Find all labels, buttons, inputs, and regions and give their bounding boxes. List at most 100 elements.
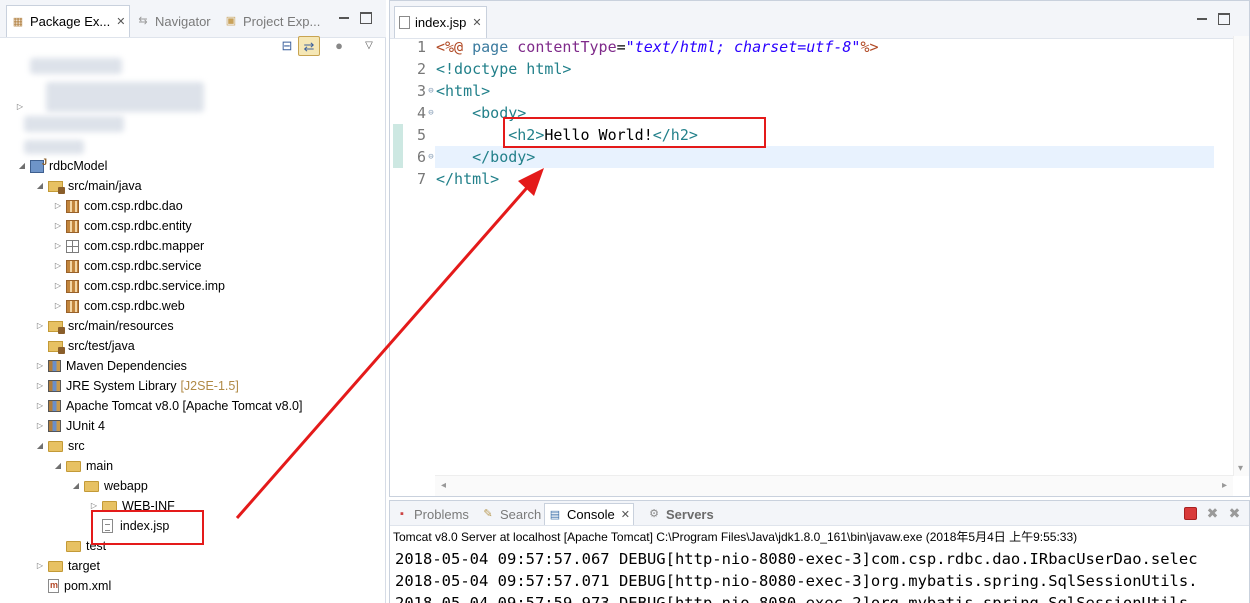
focus-active-task-icon[interactable]: ● [328,36,350,56]
close-icon[interactable]: ✕ [472,16,481,29]
pkg-icon [66,219,79,233]
collapse-icon[interactable]: ◢ [70,480,82,492]
fold-toggle-icon[interactable]: ⊖ [426,102,436,124]
code-token: contentType [517,38,617,56]
line-number: 7 [416,170,426,188]
collapse-icon[interactable]: ◢ [16,160,28,172]
close-icon[interactable]: ✕ [621,508,630,521]
problems-icon: ▪ [400,508,404,520]
expand-icon[interactable]: ▷ [52,300,64,312]
tab-label: Package Ex... [30,14,111,29]
expand-icon[interactable]: ▷ [34,400,46,412]
link-with-editor-icon[interactable]: ⇄ [298,36,320,56]
code-token: </body> [472,148,536,166]
expand-icon[interactable]: ▷ [34,360,46,372]
tab-navigator[interactable]: ⇆ Navigator [132,7,215,35]
tree-item-label: rdbcModel [49,159,108,173]
code-line[interactable]: 7 </html> [390,168,1210,190]
tree-item[interactable]: pom.xml [34,576,111,596]
lib-icon [48,360,61,372]
expand-icon[interactable]: ▷ [34,380,46,392]
maximize-icon[interactable] [360,12,372,24]
terminate-icon[interactable] [1184,507,1197,520]
left-view-tabstrip: ▦ Package Ex... ✕ ⇆ Navigator ▣ Project … [0,0,386,38]
tree-item[interactable]: ◢ rdbcModel [16,156,107,176]
tab-package-explorer[interactable]: ▦ Package Ex... ✕ [6,5,131,37]
code-line[interactable]: 1 <%@ page contentType="text/html; charse… [390,36,1210,58]
tree-item[interactable]: ▷ Apache Tomcat v8.0 [Apache Tomcat v8.0] [34,396,303,416]
code-token: page [472,38,509,56]
scroll-left-icon[interactable]: ◂ [441,480,446,491]
minimize-icon[interactable] [338,12,350,24]
tree-item[interactable]: ▷ src/main/resources [34,316,174,336]
tab-label: Problems [414,506,469,522]
tree-item-label: com.csp.rdbc.service.imp [84,279,226,293]
expand-icon[interactable]: ▷ [34,560,46,572]
code-line[interactable]: 3 ⊖ <html> [390,80,1210,102]
collapse-icon[interactable]: ◢ [52,460,64,472]
expand-icon[interactable]: ▷ [52,200,64,212]
srcfolder-icon [48,180,65,194]
tree-item[interactable]: ▷ com.csp.rdbc.mapper [52,236,204,256]
code-text-area[interactable]: 1 <%@ page contentType="text/html; charse… [390,36,1249,476]
tree-item[interactable]: ▷ JUnit 4 [34,416,105,436]
editor-tab-index-jsp[interactable]: index.jsp ✕ [394,6,487,38]
tree-item[interactable]: ▷ com.csp.rdbc.entity [52,216,192,236]
tab-project-explorer[interactable]: ▣ Project Exp... [220,7,324,35]
tree-item[interactable]: ▷ com.csp.rdbc.service.imp [52,276,225,296]
tree-item[interactable]: ◢ main [52,456,113,476]
fold-toggle-icon[interactable]: ⊖ [426,80,436,102]
tab-search[interactable]: ✎ Search [478,503,544,525]
tree-item[interactable]: ◢ webapp [70,476,148,496]
editor-vertical-scrollbar[interactable] [1233,36,1249,476]
tree-item-label: JRE System Library [66,379,177,393]
project-icon [30,157,47,173]
tree-item[interactable]: ▷ target [34,556,100,576]
project-explorer-icon: ▣ [225,15,237,27]
editor-area: index.jsp ✕ 1 <%@ page contentType="text/… [389,0,1250,497]
code-line[interactable]: 2 <!doctype html> [390,58,1210,80]
tree-item[interactable]: ▷ JRE System Library [J2SE-1.5] [34,376,239,396]
console-log-line: 2018-05-04 09:57:59.973 DEBUG[http-nio-8… [395,594,1198,603]
code-token: "text/html; charset=utf-8" [625,38,861,56]
remove-all-terminated-icon[interactable]: ✖ [1228,506,1241,520]
collapse-all-icon[interactable]: ⊟ [276,36,298,56]
tree-item[interactable]: ▷ com.csp.rdbc.dao [52,196,183,216]
editor-horizontal-scrollbar[interactable]: ◂ ▸ [435,475,1233,496]
collapse-icon[interactable]: ◢ [34,180,46,192]
view-menu-icon[interactable]: ▽ [358,36,380,56]
folder-icon [66,460,81,472]
expand-icon[interactable]: ▷ [52,220,64,232]
code-content: <!doctype html> [436,58,571,80]
tree-item[interactable]: src/test/java [34,336,135,356]
expand-icon[interactable]: ▷ [52,240,64,252]
collapse-icon[interactable]: ◢ [34,440,46,452]
minimize-icon[interactable] [1196,13,1208,25]
folder-icon [48,440,63,452]
tree-item[interactable]: ▷ com.csp.rdbc.service [52,256,201,276]
expand-icon[interactable]: ▷ [52,280,64,292]
tree-item[interactable]: ◢ src/main/java [34,176,142,196]
tree-item[interactable]: ▷ Maven Dependencies [34,356,187,376]
close-icon[interactable]: ✕ [116,15,125,28]
expand-icon[interactable]: ▷ [14,101,26,113]
maximize-icon[interactable] [1218,13,1230,25]
tree-item[interactable]: ▷ com.csp.rdbc.web [52,296,185,316]
expand-icon[interactable]: ▷ [52,260,64,272]
tree-item[interactable]: ◢ src [34,436,85,456]
fold-toggle-icon[interactable]: ⊖ [426,146,436,168]
code-token: <%@ [436,38,464,56]
code-line[interactable]: 6 ⊖ </body> [390,146,1210,168]
editor-tabstrip: index.jsp ✕ [390,1,1249,39]
remove-launch-icon[interactable]: ✖ [1206,506,1219,520]
expand-icon[interactable]: ▷ [34,420,46,432]
expand-icon[interactable]: ▷ [34,320,46,332]
tab-console[interactable]: ▤ Console ✕ [544,503,634,525]
jsp-file-icon [399,16,410,29]
tab-servers[interactable]: ⚙ Servers [644,503,717,525]
tab-problems[interactable]: ▪ Problems [392,503,472,525]
scroll-right-icon[interactable]: ▸ [1222,480,1227,491]
